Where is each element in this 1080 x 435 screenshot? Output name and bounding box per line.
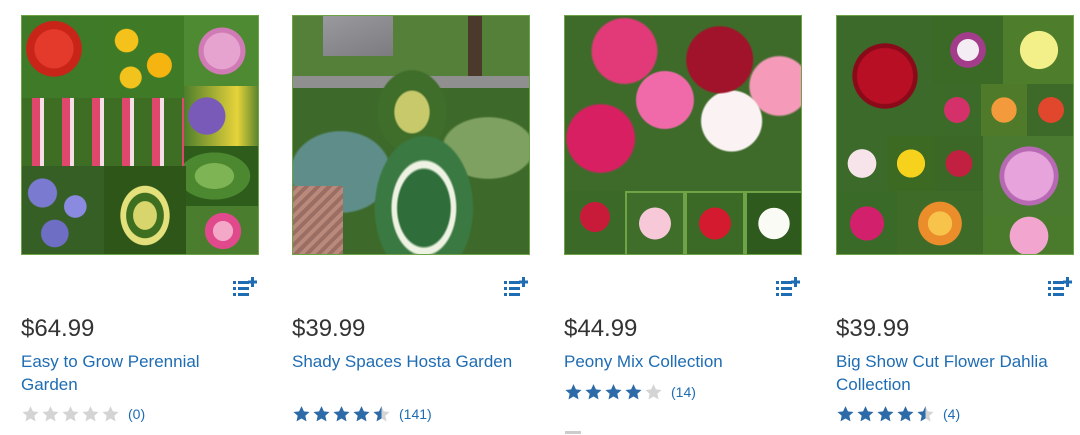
add-to-list-icon[interactable]: [1048, 277, 1072, 299]
rating-stars: [292, 405, 392, 423]
add-to-list-icon[interactable]: [233, 277, 257, 299]
product-card[interactable]: $39.99 Big Show Cut Flower Dahlia Collec…: [836, 15, 1076, 422]
star-icon: [877, 406, 894, 422]
next-row-hint: [565, 431, 581, 434]
star-icon: [625, 384, 642, 400]
star-icon: [22, 406, 39, 422]
rating-stars: [564, 383, 664, 401]
star-icon: [565, 384, 582, 400]
star-icon: [373, 406, 390, 422]
star-icon: [917, 406, 934, 422]
product-image[interactable]: [21, 15, 259, 255]
star-icon: [645, 384, 662, 400]
product-title[interactable]: Shady Spaces Hosta Garden: [292, 350, 527, 373]
product-card[interactable]: $44.99 Peony Mix Collection (14): [564, 15, 804, 400]
rating-stars: [836, 405, 936, 423]
star-icon: [333, 406, 350, 422]
review-count[interactable]: (0): [128, 406, 145, 422]
product-rating[interactable]: (4): [836, 405, 960, 423]
product-rating[interactable]: (141): [292, 405, 432, 423]
star-icon: [837, 406, 854, 422]
star-icon: [313, 406, 330, 422]
product-image[interactable]: [836, 15, 1074, 255]
star-icon: [82, 406, 99, 422]
review-count[interactable]: (14): [671, 384, 696, 400]
add-to-list-icon[interactable]: [504, 277, 528, 299]
review-count[interactable]: (141): [399, 406, 432, 422]
star-icon: [857, 406, 874, 422]
review-count[interactable]: (4): [943, 406, 960, 422]
product-price: $64.99: [21, 315, 95, 342]
product-rating[interactable]: (0): [21, 405, 145, 423]
star-icon: [293, 406, 310, 422]
star-icon: [605, 384, 622, 400]
product-image[interactable]: [292, 15, 530, 255]
product-rating[interactable]: (14): [564, 383, 696, 401]
product-card[interactable]: $64.99 Easy to Grow Perennial Garden (0): [21, 15, 261, 422]
product-price: $39.99: [836, 315, 910, 342]
product-image[interactable]: [564, 15, 802, 255]
product-title[interactable]: Peony Mix Collection: [564, 350, 799, 373]
product-title[interactable]: Big Show Cut Flower Dahlia Collection: [836, 350, 1071, 396]
product-price: $39.99: [292, 315, 366, 342]
star-icon: [353, 406, 370, 422]
star-icon: [897, 406, 914, 422]
star-icon: [102, 406, 119, 422]
star-icon: [585, 384, 602, 400]
product-card[interactable]: $39.99 Shady Spaces Hosta Garden (141): [292, 15, 532, 422]
product-title[interactable]: Easy to Grow Perennial Garden: [21, 350, 256, 396]
add-to-list-icon[interactable]: [776, 277, 800, 299]
product-price: $44.99: [564, 315, 638, 342]
rating-stars: [21, 405, 121, 423]
star-icon: [42, 406, 59, 422]
star-icon: [62, 406, 79, 422]
